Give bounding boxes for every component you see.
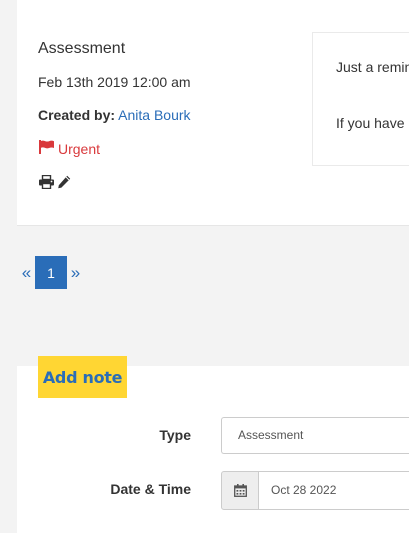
- page-1-button[interactable]: 1: [35, 256, 67, 289]
- note-body-line: If you have a: [336, 115, 409, 131]
- priority-label: Urgent: [58, 140, 101, 157]
- pencil-icon[interactable]: [55, 173, 72, 190]
- author-link[interactable]: Anita Bourk: [118, 107, 190, 123]
- note-card: Assessment Feb 13th 2019 12:00 am Create…: [17, 0, 409, 226]
- note-title: Assessment: [38, 40, 126, 57]
- date-time-input[interactable]: Oct 28 2022: [259, 471, 409, 510]
- note-body-line: Just a remin: [336, 59, 409, 75]
- note-created-by: Created by: Anita Bourk: [38, 107, 191, 123]
- note-date: Feb 13th 2019 12:00 am: [38, 74, 191, 90]
- note-actions: [38, 173, 72, 190]
- flag-icon: [38, 140, 58, 157]
- pagination: « 1 »: [18, 256, 84, 289]
- print-icon[interactable]: [38, 173, 55, 190]
- date-time-group: Oct 28 2022: [221, 471, 409, 510]
- note-body: Just a remin If you have a: [312, 32, 409, 166]
- add-note-button[interactable]: Add note: [38, 356, 127, 398]
- calendar-icon[interactable]: [221, 471, 259, 510]
- date-time-label: Date & Time: [110, 481, 191, 497]
- priority-badge: Urgent: [38, 140, 100, 157]
- prev-page-icon[interactable]: «: [18, 256, 35, 289]
- type-label: Type: [159, 427, 191, 443]
- created-by-label: Created by:: [38, 107, 116, 123]
- next-page-icon[interactable]: »: [67, 256, 84, 289]
- type-select[interactable]: Assessment: [221, 417, 409, 454]
